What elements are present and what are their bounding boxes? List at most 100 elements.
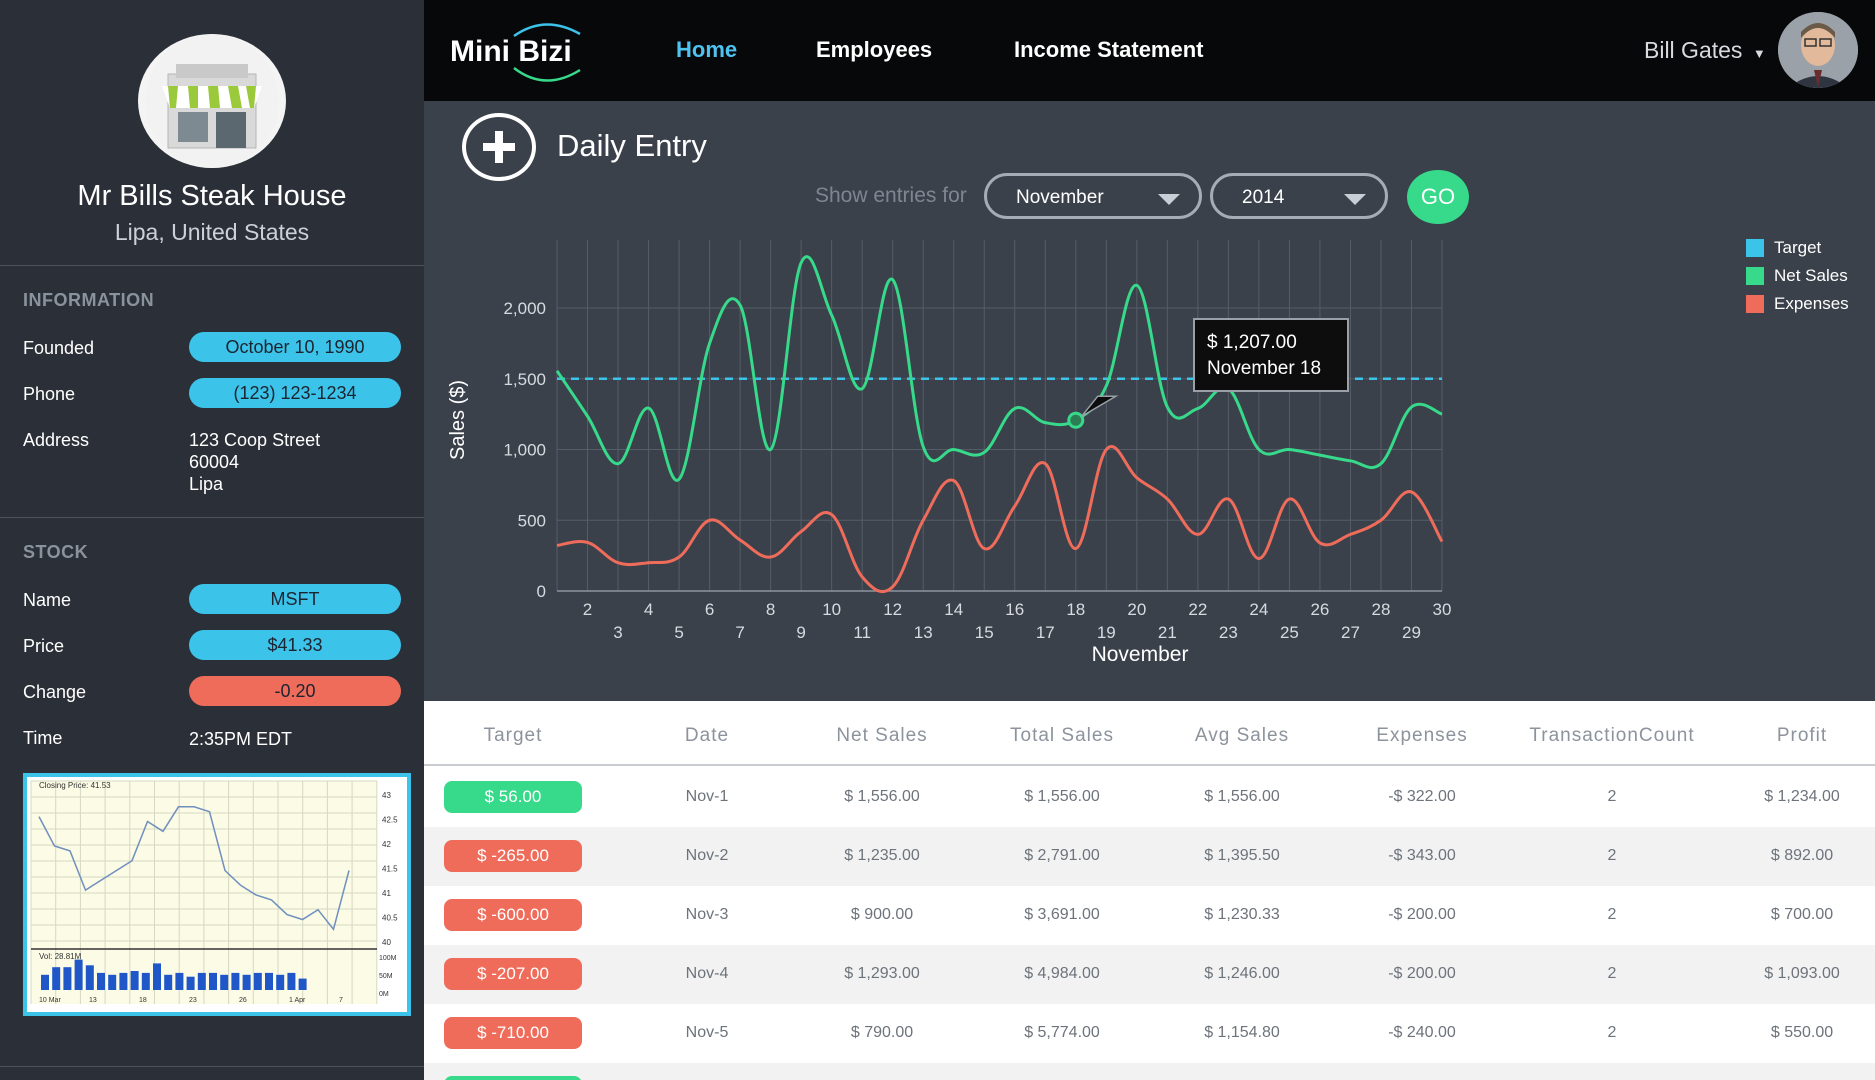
top-nav: Mini Bizi Home Employees Income Statemen…: [424, 0, 1875, 101]
stock-volume-bar: [108, 974, 117, 990]
legend-item-expenses[interactable]: Expenses: [1746, 294, 1849, 322]
cell-profit: $ 550.00: [1770, 1024, 1834, 1041]
stock-volume-bar: [85, 965, 94, 990]
cell-count: 2: [1607, 906, 1617, 923]
stock-x-tick: 26: [239, 997, 247, 1004]
table-header-expenses[interactable]: Expenses: [1342, 725, 1502, 747]
nav-employees[interactable]: Employees: [816, 37, 932, 63]
cell-net: $ 900.00: [850, 906, 914, 923]
stock-price-tick: 40: [382, 938, 391, 947]
cell-date: Nov-1: [685, 788, 729, 805]
add-entry-button[interactable]: [462, 113, 536, 181]
stock-volume-bar: [220, 974, 229, 990]
table-header-net-sales[interactable]: Net Sales: [802, 725, 962, 747]
legend-item-net-sales[interactable]: Net Sales: [1746, 266, 1849, 294]
stock-price-label: Price: [23, 636, 65, 656]
stock-price-tick: 41: [382, 889, 391, 898]
brand-logo[interactable]: Mini Bizi: [450, 14, 620, 84]
stock-volume-bar: [265, 972, 273, 990]
stock-price-tick: 42.5: [382, 816, 398, 825]
chevron-down-icon: ▼: [1752, 46, 1766, 61]
table-row[interactable]: $ -710.00 Nov-5 $ 790.00 $ 5,774.00 $ 1,154.…: [424, 1004, 1875, 1063]
x-tick-label: 27: [1341, 623, 1360, 642]
stock-x-tick: 13: [89, 997, 97, 1004]
table-header-total-sales[interactable]: Total Sales: [982, 725, 1142, 747]
x-tick-label: 11: [853, 623, 871, 642]
chart-grid: [556, 240, 1443, 592]
target-badge: $ 56.00: [444, 781, 582, 813]
x-tick-label: 12: [883, 600, 902, 619]
highlighted-point[interactable]: [1067, 411, 1085, 429]
phone-value: (123) 123-1234: [189, 378, 401, 408]
founded-value: October 10, 1990: [189, 332, 401, 362]
information-heading: INFORMATION: [23, 290, 155, 310]
stock-volume-bar: [209, 972, 217, 990]
stock-volume-bar: [287, 972, 296, 990]
user-name: Bill Gates: [1644, 37, 1743, 63]
stock-volume-bar: [276, 974, 285, 990]
x-tick-label: 16: [1005, 600, 1024, 619]
x-tick-label: 30: [1433, 600, 1452, 619]
stock-volume-bar: [164, 974, 173, 990]
legend-item-target[interactable]: Target: [1746, 238, 1849, 266]
nav-income-statement[interactable]: Income Statement: [1014, 37, 1204, 63]
cell-net: $ 1,293.00: [844, 965, 920, 982]
expenses-series-line[interactable]: [556, 445, 1444, 594]
stock-time-label: Time: [23, 728, 63, 748]
legend-label: Net Sales: [1774, 266, 1848, 285]
x-tick-label: 26: [1310, 600, 1329, 619]
stock-volume-bar: [153, 963, 161, 990]
cell-avg: $ 1,556.00: [1204, 788, 1280, 805]
cell-avg: $ 1,246.00: [1204, 965, 1280, 982]
table-row[interactable]: [424, 1063, 1875, 1080]
sales-chart-svg: 05001,0001,5002,000234567891011121314151…: [447, 240, 1452, 666]
cell-date: Nov-2: [685, 847, 729, 864]
year-select[interactable]: 2014: [1210, 173, 1388, 219]
x-tick-label: 3: [613, 623, 622, 642]
table-header-avg-sales[interactable]: Avg Sales: [1162, 725, 1322, 747]
stock-mini-chart-svg: Closing Price: 41.53Vol: 28.81M4342.5424…: [30, 780, 398, 1004]
x-tick-label: 13: [914, 623, 933, 642]
table-row[interactable]: $ -600.00 Nov-3 $ 900.00 $ 3,691.00 $ 1,230.…: [424, 886, 1875, 945]
table-row[interactable]: $ -207.00 Nov-4 $ 1,293.00 $ 4,984.00 $ 1,24…: [424, 945, 1875, 1004]
nav-home[interactable]: Home: [676, 37, 737, 63]
stock-change-value: -0.20: [189, 676, 401, 706]
x-tick-label: 10: [822, 600, 841, 619]
table-header-target[interactable]: Target: [444, 725, 582, 747]
chevron-down-icon: [1158, 194, 1180, 205]
tooltip-date: November 18: [1207, 358, 1322, 379]
divider: [0, 1066, 424, 1067]
table-header-profit[interactable]: Profit: [1722, 725, 1875, 747]
stock-volume-bar: [130, 971, 139, 990]
stock-volume-bar: [74, 959, 83, 990]
x-tick-label: 22: [1188, 600, 1207, 619]
stock-price-legend: Closing Price: 41.53: [39, 781, 111, 790]
legend-swatch: [1746, 295, 1764, 313]
month-select[interactable]: November: [984, 173, 1202, 219]
stock-volume-bar: [197, 972, 206, 990]
cell-count: 2: [1607, 965, 1617, 982]
go-button[interactable]: GO: [1407, 170, 1469, 224]
x-tick-label: 29: [1402, 623, 1421, 642]
table-header-date[interactable]: Date: [642, 725, 772, 747]
user-menu[interactable]: Bill Gates ▼: [1644, 37, 1766, 64]
tooltip-pointer: [1081, 395, 1119, 417]
x-tick-label: 6: [705, 600, 714, 619]
year-select-value: 2014: [1242, 187, 1285, 208]
cell-expenses: -$ 240.00: [1388, 1024, 1456, 1041]
cell-count: 2: [1607, 847, 1617, 864]
phone-label: Phone: [23, 384, 76, 404]
x-tick-label: 7: [735, 623, 744, 642]
table-header-transaction-count[interactable]: TransactionCount: [1492, 725, 1732, 747]
founded-label: Founded: [23, 338, 95, 358]
stock-price-tick: 41.5: [382, 865, 398, 874]
user-avatar[interactable]: [1778, 12, 1858, 88]
stock-volume-bar: [175, 972, 184, 990]
y-tick-label: 500: [518, 511, 546, 530]
table-row[interactable]: $ 56.00 Nov-1 $ 1,556.00 $ 1,556.00 $ 1,556.…: [424, 768, 1875, 827]
entries-table: Target Date Net Sales Total Sales Avg Sa…: [424, 701, 1875, 1080]
address-label: Address: [23, 430, 90, 450]
daily-entry-title: Daily Entry: [557, 128, 707, 163]
stock-mini-chart[interactable]: Closing Price: 41.53 Vol: 28.81M 43 42.5 42 4…: [23, 773, 411, 1016]
table-row[interactable]: $ -265.00 Nov-2 $ 1,235.00 $ 2,791.00 $ 1,39…: [424, 827, 1875, 886]
